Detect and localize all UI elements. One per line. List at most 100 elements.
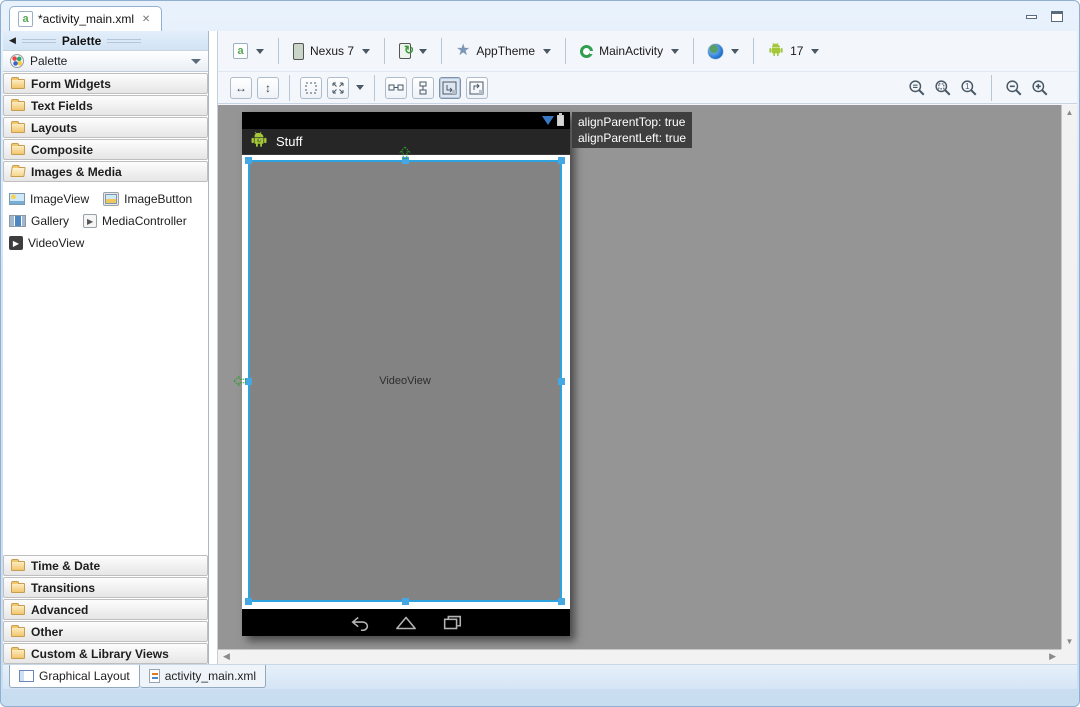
api-level-selector[interactable]: 17: [763, 39, 824, 64]
dropdown-arrow-icon: [811, 49, 819, 54]
toolbar-separator: [384, 38, 385, 64]
palette-category-label: Other: [31, 625, 63, 639]
palette-category-transitions[interactable]: Transitions: [3, 577, 208, 598]
open-folder-icon: [10, 167, 25, 177]
selected-videoview-widget[interactable]: VideoView: [248, 160, 562, 602]
chevron-down-icon: [191, 59, 201, 64]
resize-handle-bottom-left[interactable]: [245, 598, 252, 605]
center-horizontal-icon[interactable]: [385, 77, 407, 99]
palette-category-form-widgets[interactable]: Form Widgets: [3, 73, 208, 94]
device-status-bar: [242, 112, 570, 129]
palette-selector[interactable]: Palette: [3, 50, 208, 72]
gravity-icon[interactable]: [327, 77, 349, 99]
toggle-height-icon[interactable]: ↕: [257, 77, 279, 99]
zoom-100-icon[interactable]: 1: [960, 79, 978, 97]
palette-category-label: Advanced: [31, 603, 88, 617]
editor-tab-title: *activity_main.xml: [38, 12, 134, 26]
xml-file-icon: [149, 669, 160, 683]
sash-divider: [22, 39, 56, 43]
palette-item-mediacontroller[interactable]: MediaController: [83, 214, 187, 228]
dropdown-arrow-icon: [543, 49, 551, 54]
view-controls: [1026, 11, 1063, 22]
activity-selector[interactable]: MainActivity: [575, 41, 684, 61]
scrollbar-corner: [1061, 649, 1077, 664]
editor-page-tabs: Graphical Layout activity_main.xml: [3, 664, 1077, 689]
toolbar-separator: [565, 38, 566, 64]
collapse-palette-icon[interactable]: [9, 36, 16, 45]
palette-category-other[interactable]: Other: [3, 621, 208, 642]
palette-item-imagebutton[interactable]: ImageButton: [103, 192, 192, 206]
toolbar-separator: [753, 38, 754, 64]
palette-item-gallery[interactable]: Gallery: [9, 214, 69, 228]
zoom-controls: 1: [908, 75, 1065, 101]
vertical-scrollbar[interactable]: ▲ ▼: [1061, 105, 1077, 649]
tab-label: activity_main.xml: [165, 669, 256, 683]
horizontal-scrollbar[interactable]: ◀ ▶: [218, 649, 1061, 664]
device-selector[interactable]: Nexus 7: [288, 40, 375, 63]
anchor-up-icon: [398, 146, 412, 163]
tooltip-line: alignParentTop: true: [578, 114, 686, 130]
layout-content-area[interactable]: VideoView: [242, 155, 570, 609]
scroll-up-icon[interactable]: ▲: [1062, 108, 1077, 117]
margins-icon[interactable]: [300, 77, 322, 99]
show-structure-icon[interactable]: [439, 77, 461, 99]
resize-handle-middle-right[interactable]: [558, 378, 565, 385]
svg-text:1: 1: [965, 82, 969, 91]
palette-item-videoview[interactable]: VideoView: [9, 236, 84, 250]
tab-graphical-layout[interactable]: Graphical Layout: [9, 665, 140, 688]
zoom-fit-icon[interactable]: [908, 79, 926, 97]
videoview-icon: [9, 236, 23, 250]
scroll-down-icon[interactable]: ▼: [1062, 637, 1077, 646]
palette-category-custom-library-views[interactable]: Custom & Library Views: [3, 643, 208, 664]
palette-category-text-fields[interactable]: Text Fields: [3, 95, 208, 116]
minimize-icon[interactable]: [1026, 15, 1037, 19]
palette-category-label: Time & Date: [31, 559, 100, 573]
palette-items-row: Gallery MediaController: [7, 210, 204, 232]
scroll-left-icon[interactable]: ◀: [223, 651, 230, 662]
device-icon: [293, 43, 304, 60]
theme-selector[interactable]: AppTheme: [451, 40, 556, 62]
palette-category-time-date[interactable]: Time & Date: [3, 555, 208, 576]
tab-label: Graphical Layout: [39, 669, 130, 683]
orientation-selector[interactable]: [394, 40, 432, 62]
close-icon[interactable]: [139, 12, 153, 26]
refresh-layout-icon[interactable]: [466, 77, 488, 99]
palette-item-imageview[interactable]: ImageView: [9, 192, 89, 206]
device-navigation-bar: [242, 609, 570, 636]
zoom-in-icon[interactable]: [1031, 79, 1049, 97]
palette-category-composite[interactable]: Composite: [3, 139, 208, 160]
palette-item-label: VideoView: [28, 236, 84, 250]
zoom-selection-icon[interactable]: [934, 79, 952, 97]
editor-tab-activity-main[interactable]: *activity_main.xml: [9, 6, 162, 31]
configuration-toolbar: Nexus 7 AppTheme MainActivity: [218, 31, 1077, 72]
folder-icon: [11, 627, 25, 637]
dropdown-arrow-icon[interactable]: [356, 85, 364, 90]
resize-handle-top-right[interactable]: [558, 157, 565, 164]
tab-activity-main-xml[interactable]: activity_main.xml: [140, 665, 266, 688]
palette-category-advanced[interactable]: Advanced: [3, 599, 208, 620]
maximize-icon[interactable]: [1051, 11, 1063, 22]
zoom-out-icon[interactable]: [1005, 79, 1023, 97]
graphical-layout-icon: [19, 670, 34, 682]
locale-selector[interactable]: [703, 41, 744, 62]
theme-star-icon: [456, 43, 470, 59]
toolbar-separator: [693, 38, 694, 64]
resize-handle-bottom-middle[interactable]: [402, 598, 409, 605]
config-menu-button[interactable]: [228, 40, 269, 62]
scroll-right-icon[interactable]: ▶: [1049, 651, 1056, 662]
resize-handle-top-left[interactable]: [245, 157, 252, 164]
center-vertical-icon[interactable]: [412, 77, 434, 99]
palette-caption: Palette: [3, 31, 208, 50]
palette-item-label: MediaController: [102, 214, 187, 228]
dropdown-arrow-icon: [731, 49, 739, 54]
toggle-width-icon[interactable]: ↔: [230, 77, 252, 99]
resize-handle-bottom-right[interactable]: [558, 598, 565, 605]
folder-icon: [11, 583, 25, 593]
palette-category-label: Composite: [31, 143, 93, 157]
palette-category-images-media[interactable]: Images & Media: [3, 161, 208, 182]
editor-tab-bar: *activity_main.xml: [3, 3, 1077, 31]
design-canvas[interactable]: Stuff VideoView: [218, 105, 1077, 664]
back-icon: [349, 615, 371, 631]
palette-category-layouts[interactable]: Layouts: [3, 117, 208, 138]
palette-category-label: Transitions: [31, 581, 95, 595]
